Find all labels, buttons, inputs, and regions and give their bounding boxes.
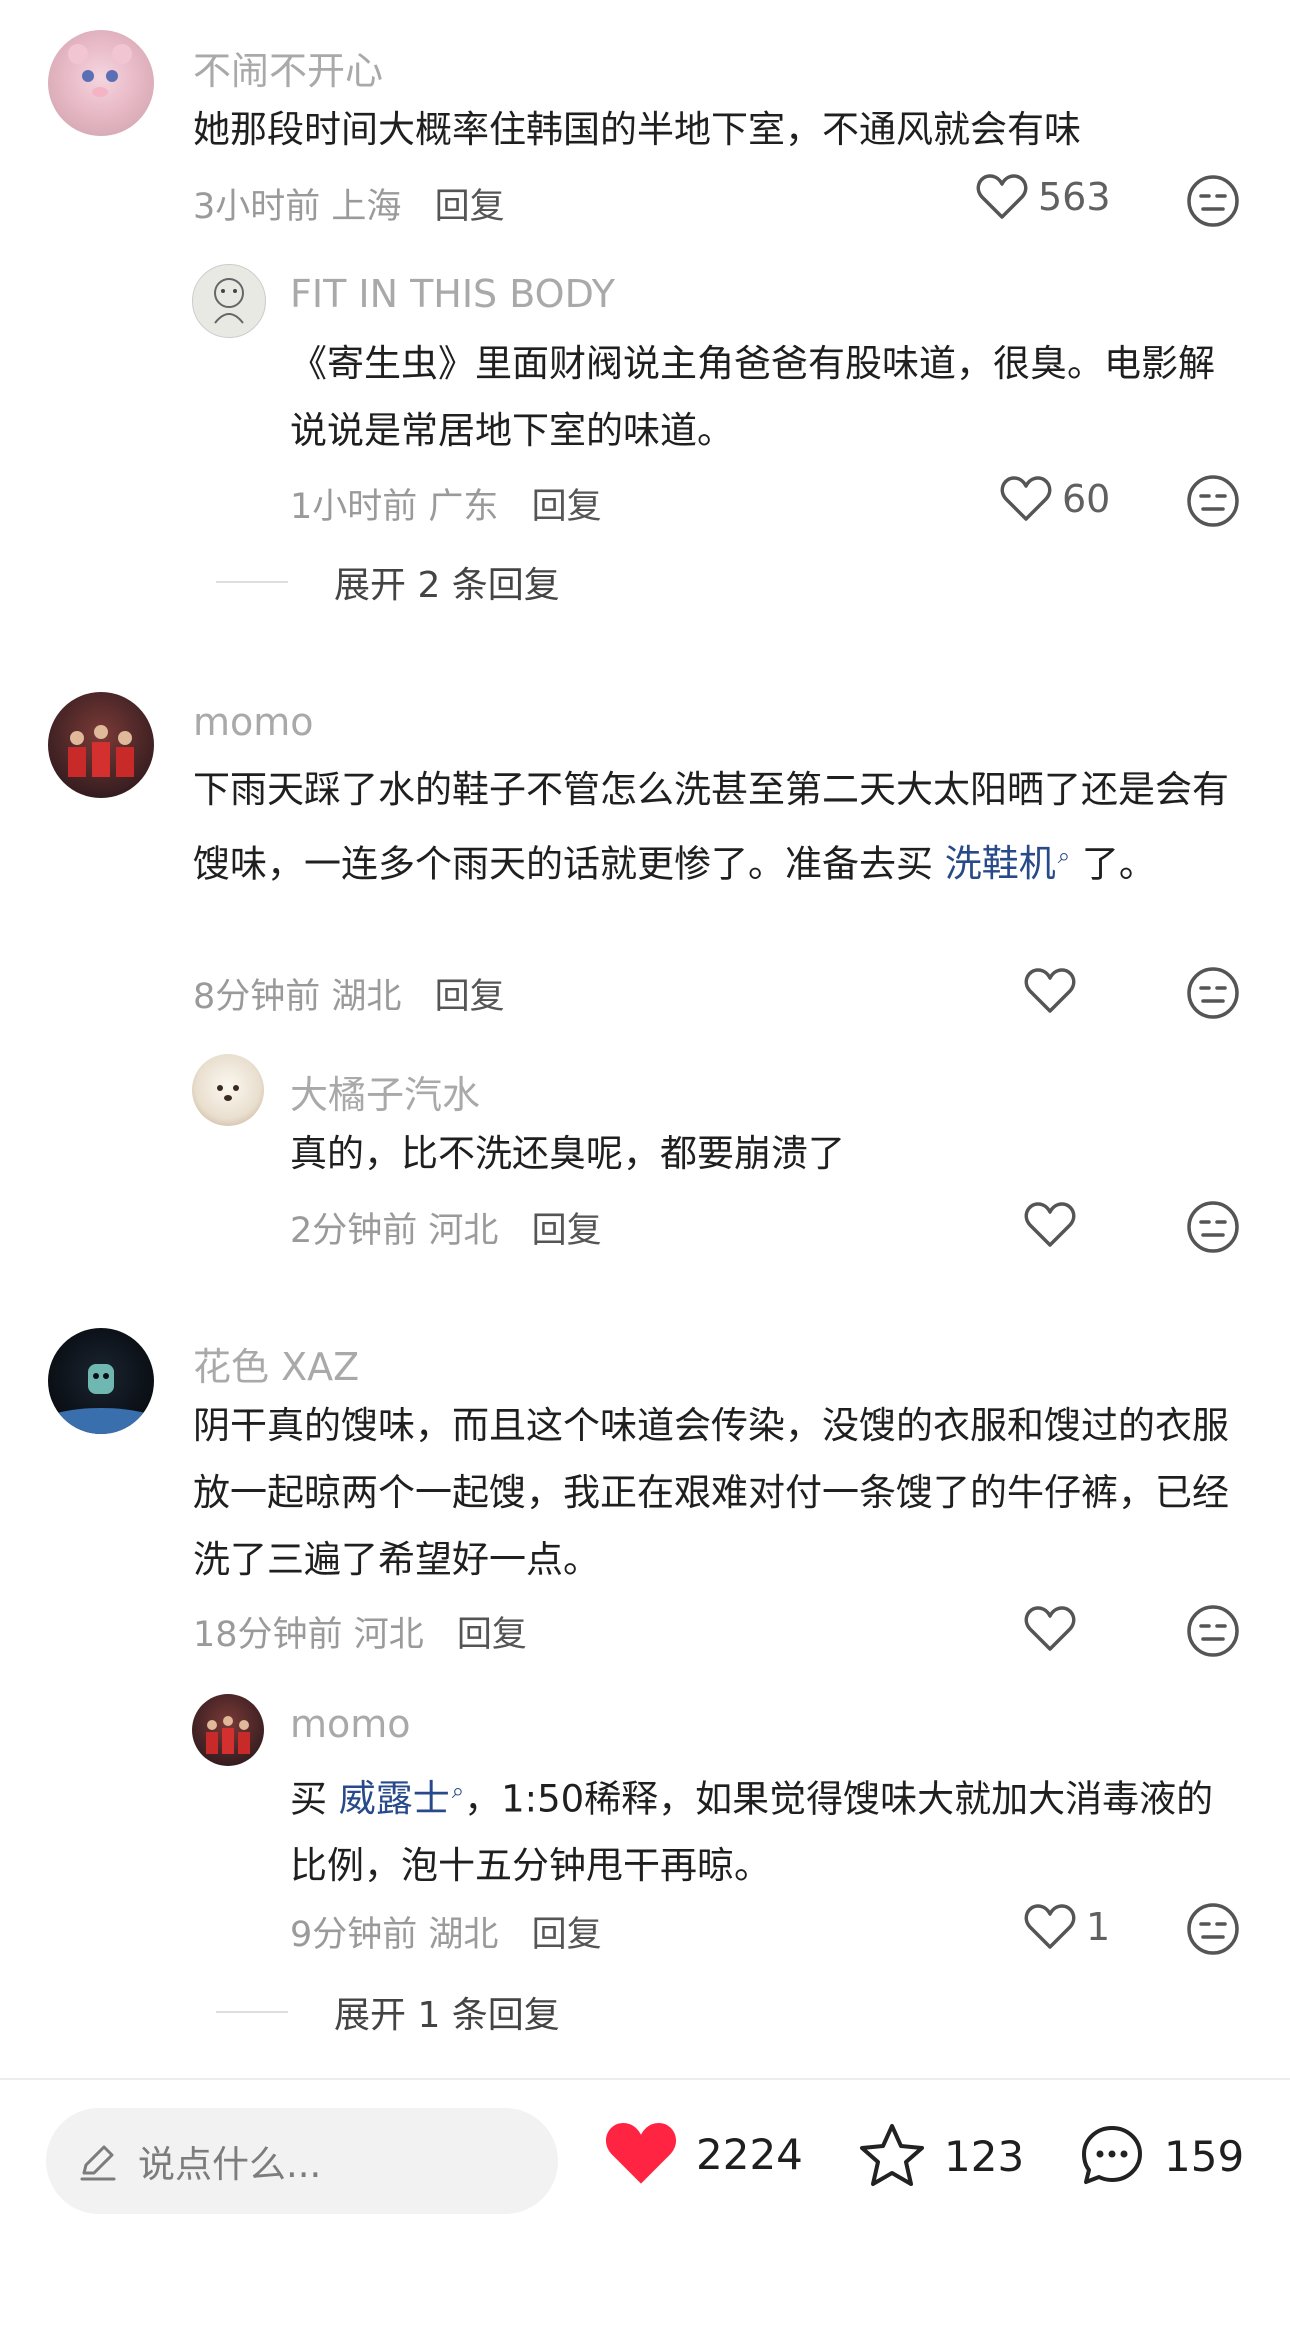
like-count: 563 bbox=[1038, 175, 1111, 219]
pencil-icon bbox=[80, 2145, 116, 2181]
reply-text-part: 买 bbox=[290, 1777, 339, 1821]
star-icon bbox=[860, 2124, 924, 2186]
expand-replies-label: 展开 2 条回复 bbox=[334, 565, 560, 606]
dislike-face-icon[interactable] bbox=[1186, 1902, 1240, 1956]
comment-location: 湖北 bbox=[331, 977, 402, 1017]
dislike-face-icon[interactable] bbox=[1186, 966, 1240, 1020]
search-link-label: 洗鞋机 bbox=[944, 842, 1056, 886]
heart-icon bbox=[1024, 1904, 1076, 1949]
like-post-button[interactable]: 2224 bbox=[602, 2120, 803, 2188]
bottom-bar-divider bbox=[0, 2078, 1290, 2080]
heart-icon bbox=[976, 174, 1028, 219]
reply-button[interactable]: 回复 bbox=[532, 1211, 602, 1251]
favorite-button[interactable]: 123 bbox=[856, 2120, 1024, 2192]
like-button[interactable]: 563 bbox=[976, 174, 1111, 220]
comment-location: 河北 bbox=[353, 1615, 424, 1655]
comment-text: 下雨天踩了水的鞋子不管怎么洗甚至第二天大太阳晒了还是会有馊味，一连多个雨天的话就… bbox=[193, 756, 1253, 897]
chat-bubble-icon bbox=[1082, 2126, 1142, 2184]
avatar[interactable] bbox=[48, 1328, 154, 1434]
comment-input[interactable]: 说点什么... bbox=[46, 2108, 558, 2214]
reply-time: 1小时前 bbox=[290, 487, 418, 527]
reply-text: 真的，比不洗还臭呢，都要崩溃了 bbox=[290, 1132, 845, 1175]
avatar[interactable] bbox=[48, 692, 154, 798]
comment-meta: 3小时前 上海 回复 bbox=[193, 178, 505, 229]
comment-input-placeholder: 说点什么... bbox=[138, 2143, 322, 2186]
search-icon: ⌕ bbox=[451, 1779, 465, 1804]
comment-meta: 18分钟前 河北 回复 bbox=[193, 1606, 527, 1657]
reply-time: 2分钟前 bbox=[290, 1211, 418, 1251]
like-button[interactable]: 60 bbox=[1000, 476, 1110, 522]
avatar[interactable] bbox=[192, 264, 266, 338]
comment-username[interactable]: momo bbox=[193, 700, 314, 744]
reply-username[interactable]: FIT IN THIS BODY bbox=[290, 272, 615, 316]
dislike-face-icon[interactable] bbox=[1186, 1604, 1240, 1658]
dislike-face-icon[interactable] bbox=[1186, 474, 1240, 528]
heart-icon bbox=[1024, 968, 1076, 1013]
heart-icon bbox=[1024, 1202, 1076, 1247]
search-icon: ⌕ bbox=[1057, 844, 1071, 869]
expand-replies-button[interactable]: 展开 1 条回复 bbox=[216, 1986, 560, 2038]
expand-replies-label: 展开 1 条回复 bbox=[334, 1995, 560, 2036]
reply-text: 《寄生虫》里面财阀说主角爸爸有股味道，很臭。电影解说说是常居地下室的味道。 bbox=[290, 342, 1215, 452]
favorite-count: 123 bbox=[944, 2131, 1025, 2181]
comment-location: 上海 bbox=[331, 187, 402, 227]
comment-username[interactable]: 花色 XAZ bbox=[193, 1336, 359, 1391]
comment-text: 阴干真的馊味，而且这个味道会传染，没馊的衣服和馊过的衣服放一起晾两个一起馊，我正… bbox=[193, 1404, 1229, 1581]
reply-username[interactable]: momo bbox=[290, 1702, 411, 1746]
comment-time: 18分钟前 bbox=[193, 1615, 343, 1655]
heart-icon bbox=[1024, 1606, 1076, 1651]
divider bbox=[216, 2011, 288, 2013]
heart-icon bbox=[1000, 476, 1052, 521]
reply-time: 9分钟前 bbox=[290, 1915, 418, 1955]
comment-time: 8分钟前 bbox=[193, 977, 321, 1017]
comment-text-part: 了。 bbox=[1070, 842, 1156, 886]
reply-meta: 1小时前 广东 回复 bbox=[290, 478, 602, 529]
reply-button[interactable]: 回复 bbox=[532, 1915, 602, 1955]
reply-button[interactable]: 回复 bbox=[457, 1615, 527, 1655]
dislike-face-icon[interactable] bbox=[1186, 174, 1240, 228]
reply-text: 买 威露士⌕，1:50稀释，如果觉得馊味大就加大消毒液的比例，泡十五分钟甩干再晾… bbox=[290, 1758, 1230, 1899]
reply-location: 广东 bbox=[428, 487, 499, 527]
reply-button[interactable]: 回复 bbox=[532, 487, 602, 527]
dislike-face-icon[interactable] bbox=[1186, 1200, 1240, 1254]
reply-location: 湖北 bbox=[428, 1915, 499, 1955]
like-button[interactable] bbox=[1024, 1202, 1076, 1248]
like-button[interactable] bbox=[1024, 968, 1076, 1014]
heart-filled-icon bbox=[605, 2122, 677, 2184]
post-like-count: 2224 bbox=[696, 2129, 803, 2179]
expand-replies-button[interactable]: 展开 2 条回复 bbox=[216, 556, 560, 608]
reply-meta: 9分钟前 湖北 回复 bbox=[290, 1906, 602, 1957]
like-count: 60 bbox=[1062, 477, 1111, 521]
search-link-label: 威露士 bbox=[338, 1777, 450, 1821]
like-button[interactable]: 1 bbox=[1024, 1904, 1110, 1950]
comment-username[interactable]: 不闹不开心 bbox=[193, 40, 383, 95]
comments-button[interactable]: 159 bbox=[1076, 2120, 1244, 2192]
avatar[interactable] bbox=[192, 1054, 264, 1126]
avatar[interactable] bbox=[192, 1694, 264, 1766]
comment-text: 她那段时间大概率住韩国的半地下室，不通风就会有味 bbox=[193, 108, 1081, 151]
reply-meta: 2分钟前 河北 回复 bbox=[290, 1202, 602, 1253]
comment-count: 159 bbox=[1164, 2131, 1245, 2181]
like-count: 1 bbox=[1086, 1905, 1111, 1949]
avatar[interactable] bbox=[48, 30, 154, 136]
reply-button[interactable]: 回复 bbox=[435, 977, 505, 1017]
like-button[interactable] bbox=[1024, 1606, 1076, 1652]
divider bbox=[216, 581, 288, 583]
comment-meta: 8分钟前 湖北 回复 bbox=[193, 968, 505, 1019]
reply-username[interactable]: 大橘子汽水 bbox=[290, 1064, 480, 1119]
search-link[interactable]: 洗鞋机⌕ bbox=[945, 842, 1070, 885]
reply-location: 河北 bbox=[428, 1211, 499, 1251]
comment-time: 3小时前 bbox=[193, 187, 321, 227]
search-link[interactable]: 威露士⌕ bbox=[339, 1777, 464, 1820]
reply-button[interactable]: 回复 bbox=[435, 187, 505, 227]
